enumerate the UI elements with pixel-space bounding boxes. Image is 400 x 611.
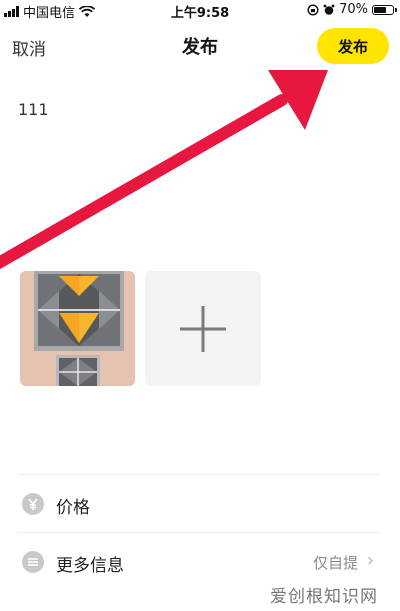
publish-button[interactable]: 发布: [317, 28, 389, 64]
chevron-right-icon: ›: [366, 550, 374, 571]
list-icon: [22, 551, 44, 573]
watermark-text: 爱创根知识网: [270, 587, 378, 607]
battery-level: [374, 6, 386, 13]
post-text-input[interactable]: 111: [18, 100, 49, 119]
status-bar: 中国电信 上午9:58 70%: [0, 0, 400, 21]
lock-rotation-icon: [307, 3, 319, 16]
battery-icon: [372, 4, 397, 15]
more-info-value: 仅自提: [312, 554, 358, 572]
plus-icon: [180, 306, 226, 352]
battery-percentage: 70%: [339, 2, 368, 17]
yen-icon: [22, 493, 44, 515]
price-row[interactable]: 价格: [18, 474, 380, 533]
alarm-icon: [323, 4, 335, 15]
price-label: 价格: [56, 498, 90, 518]
status-right: 70%: [307, 2, 397, 17]
uploaded-photo[interactable]: [20, 271, 135, 386]
add-photo-button[interactable]: [145, 271, 261, 386]
more-info-label: 更多信息: [56, 556, 124, 576]
nav-bar: 取消 发布 发布: [0, 24, 400, 68]
photo-thumbnail: [20, 271, 135, 386]
